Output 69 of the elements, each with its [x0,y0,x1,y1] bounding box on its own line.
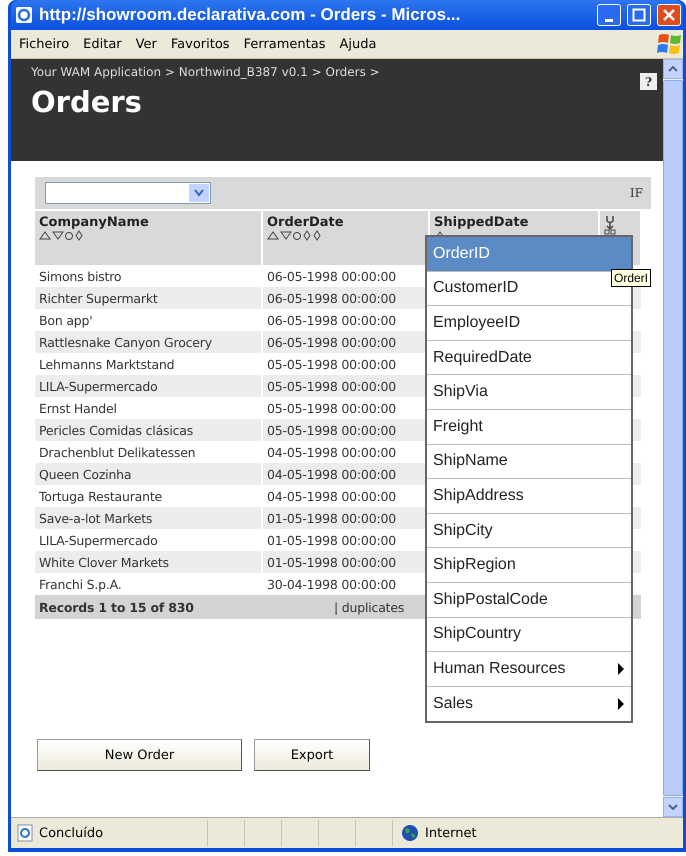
menu-item[interactable]: ShipPostalCode [427,582,631,618]
table-cell: 06-05-1998 00:00:00 [262,265,429,287]
window-title: http://showroom.declarativa.com - Orders - Micros... [39,5,462,25]
table-cell: 05-05-1998 00:00:00 [262,353,429,375]
chevron-down-icon [194,189,204,197]
menu-item[interactable]: EmployeeID [427,306,631,341]
new-order-button[interactable]: New Order [37,739,242,771]
status-text: Concluído [39,826,104,840]
minimize-icon [605,18,613,22]
table-cell: White Clover Markets [35,551,262,573]
column-header[interactable]: OrderDate [262,211,429,265]
menu-item[interactable]: OrderID [427,237,631,272]
close-icon [662,8,676,22]
table-cell: 04-05-1998 00:00:00 [262,485,429,507]
duplicates-label: | duplicates [334,600,404,614]
scroll-up-button[interactable] [663,59,683,79]
filter-label[interactable]: IF [630,186,643,200]
globe-icon [401,824,419,842]
maximize-button[interactable] [627,4,651,26]
menu-item[interactable]: ShipCity [427,514,631,548]
column-picker-icon[interactable] [604,215,616,235]
menu-item[interactable]: ShipRegion [427,548,631,583]
maximize-icon [632,8,646,22]
menu-item[interactable]: Sales [427,686,631,722]
sort-icons-drawing[interactable] [39,230,85,241]
windows-logo-icon [657,32,683,56]
scroll-down-button[interactable] [663,797,683,817]
menu-item[interactable]: ShipName [427,444,631,480]
minimize-button[interactable] [597,4,621,26]
export-button[interactable]: Export [254,739,370,771]
page-icon [17,824,33,842]
tooltip: OrderI [611,269,652,287]
menu-item[interactable]: Ficheiro [13,34,76,54]
table-cell: Save-a-lot Markets [35,507,262,529]
table-cell: LILA-Supermercado [35,375,262,397]
table-cell: Rattlesnake Canyon Grocery [35,331,262,353]
record-count: Records 1 to 15 of 830 [39,600,194,614]
breadcrumb: Your WAM Application > Northwind_B387 v0.1 > Orders > [31,65,381,79]
close-button[interactable] [657,4,681,26]
table-cell: 04-05-1998 00:00:00 [262,441,429,463]
table-cell: 01-05-1998 00:00:00 [262,529,429,551]
menu-item[interactable]: Favoritos [164,34,236,54]
page-title: Orders [31,85,143,119]
zone-label: Internet [425,826,477,840]
help-button[interactable]: ? [640,73,657,90]
table-cell: 06-05-1998 00:00:00 [262,309,429,331]
browser-icon [15,6,33,24]
menu-item[interactable]: ShipCountry [427,618,631,652]
filter-dropdown[interactable] [45,182,211,204]
menu-item[interactable]: Editar [77,34,128,54]
menu-item[interactable]: RequiredDate [427,340,631,376]
table-cell: Queen Cozinha [35,463,262,485]
menu-item[interactable]: Ver [130,34,163,54]
menu-item[interactable]: Freight [427,410,631,445]
chevron-up-icon [668,65,678,73]
submenu-arrow-icon [617,662,625,676]
scrollbar-thumb[interactable] [663,80,683,796]
table-cell: 30-04-1998 00:00:00 [262,573,429,595]
menu-item[interactable]: Ajuda [334,34,382,54]
menu-item[interactable]: Human Resources [427,652,631,687]
menu-item[interactable]: Ferramentas [238,34,332,54]
submenu-arrow-icon [617,697,625,712]
menu-item[interactable]: ShipAddress [427,479,631,514]
table-cell: 05-05-1998 00:00:00 [262,397,429,419]
chevron-down-icon [668,803,678,811]
menu-item[interactable]: ShipVia [427,375,631,410]
table-cell: Pericles Comidas clásicas [35,419,262,441]
column-header[interactable]: CompanyName [35,211,262,265]
table-cell: Richter Supermarkt [35,287,262,309]
